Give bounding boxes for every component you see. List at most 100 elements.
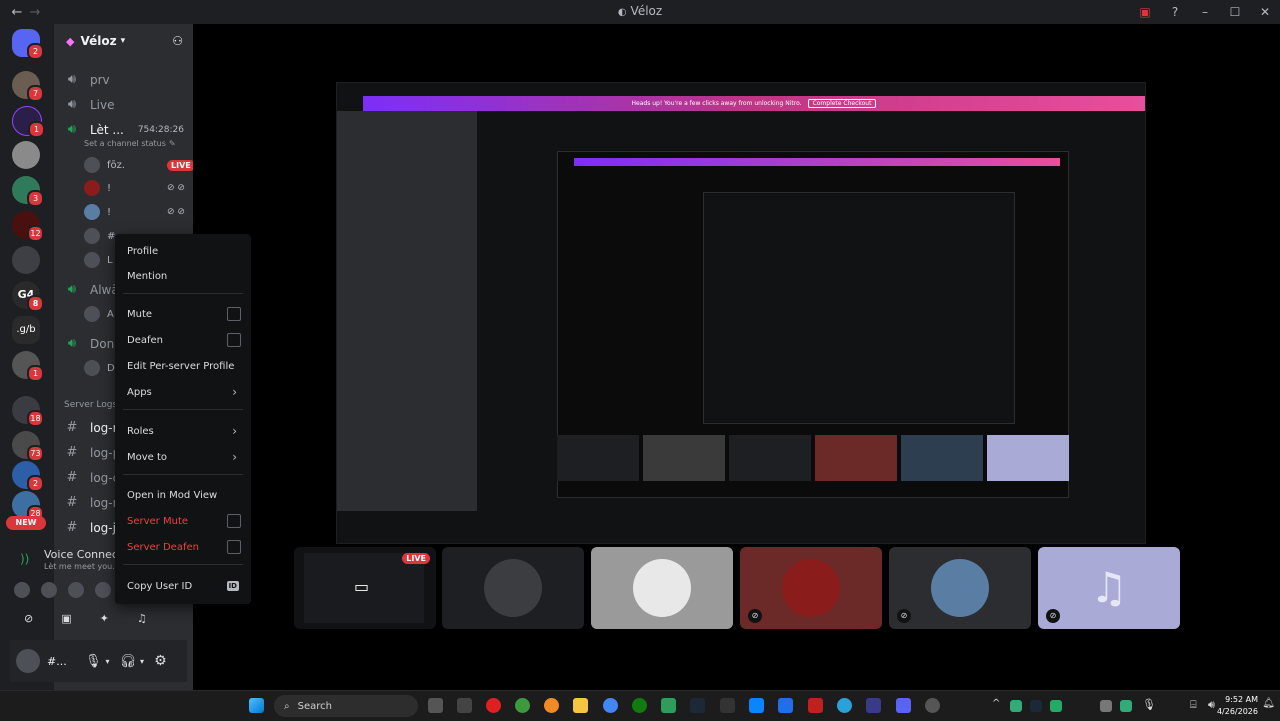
settings-gear-icon[interactable]: ⚙ [154,653,167,669]
participant-tile[interactable]: ⊘ [740,547,882,629]
voice-member[interactable]: ! ⊘ ⊘ [84,204,185,220]
checkbox[interactable] [227,333,241,347]
file-explorer-icon[interactable] [573,698,588,713]
channel-live[interactable]: 🔊︎ Live [64,97,115,112]
voice-channel-active[interactable]: 🔊︎ Lèt ... 754:28:26 [64,122,184,137]
tray-icon[interactable] [1010,700,1022,712]
guild-header[interactable]: ◆ Véloz ▾ ⚇ [54,24,193,58]
steam-icon[interactable] [690,698,705,713]
chevron-down-icon[interactable]: ▾ [140,657,144,666]
voice-member[interactable]: # [84,228,115,244]
participant-tile[interactable] [442,547,584,629]
app-icon[interactable] [808,698,823,713]
tray-icon[interactable] [1120,700,1132,712]
soundboard-icon[interactable]: ♫ [137,612,147,625]
close-window-button[interactable]: ✕ [1250,5,1280,19]
add-member-icon[interactable]: ⚇ [172,34,183,48]
menu-deafen[interactable]: Deafen [121,329,245,351]
tray-icon[interactable] [1100,700,1112,712]
server-icon[interactable]: 3 [12,176,44,207]
system-clock[interactable]: 9:52 AM 4/26/2026 [1217,694,1258,718]
headphones-icon[interactable]: 🎧︎ [120,654,137,669]
server-icon[interactable] [12,141,40,169]
server-icon[interactable]: 18 [12,396,44,427]
menu-copy-user-id[interactable]: Copy User ID ID [121,575,245,597]
task-view-icon[interactable] [428,698,443,713]
volume-icon[interactable]: 🔊︎ [1208,698,1215,712]
avatar[interactable] [16,649,40,673]
voice-channel-name[interactable]: Lèt me meet you.. [44,562,117,571]
notification-bell-icon[interactable]: 🔔︎ [1262,698,1275,709]
voice-member[interactable]: A [84,306,114,322]
participant-tile[interactable]: ♫ ⊘ [1038,547,1180,629]
tray-icon[interactable] [1050,700,1062,712]
app-icon[interactable] [778,698,793,713]
server-icon[interactable]: 73 [12,431,44,462]
server-icon[interactable]: 1 [12,351,44,382]
avatar[interactable] [95,582,111,598]
menu-mention[interactable]: Mention [121,265,245,287]
app-icon[interactable] [720,698,735,713]
app-icon[interactable] [749,698,764,713]
app-icon[interactable] [661,698,676,713]
avatar[interactable] [68,582,84,598]
complete-checkout-button[interactable]: Complete Checkout [807,99,877,108]
server-icon[interactable]: 7 [12,71,44,102]
app-icon[interactable] [544,698,559,713]
server-icon[interactable]: 28 [12,491,44,522]
gb-server-icon[interactable]: .g/b [12,316,40,344]
stream-tile[interactable]: LIVE ▭ [294,547,436,629]
menu-move-to[interactable]: Move to › [121,446,245,468]
menu-open-mod-view[interactable]: Open in Mod View [121,484,245,506]
forward-arrow-icon[interactable]: → [26,5,44,20]
back-arrow-icon[interactable]: ← [8,5,26,20]
server-icon[interactable]: 12 [12,211,44,242]
checkbox[interactable] [227,307,241,321]
help-icon[interactable]: ? [1160,5,1190,19]
app-icon[interactable] [925,698,940,713]
menu-server-deafen[interactable]: Server Deafen [121,536,245,558]
server-icon[interactable] [12,246,40,274]
checkbox[interactable] [227,514,241,528]
maximize-button[interactable]: ☐ [1220,5,1250,19]
participant-tile[interactable]: ⊘ [889,547,1031,629]
windows-start-icon[interactable] [249,698,264,713]
home-server-icon[interactable]: 2 [12,29,44,60]
avatar[interactable] [41,582,57,598]
menu-roles[interactable]: Roles › [121,420,245,442]
chevron-down-icon[interactable]: ▾ [106,657,110,666]
menu-mute[interactable]: Mute [121,303,245,325]
voice-member[interactable]: D [84,360,115,376]
network-icon[interactable]: ⌸ [1190,698,1197,712]
minimize-button[interactable]: – [1190,5,1220,19]
shared-screen-stream[interactable]: Heads up! You're a few clicks away from … [336,82,1146,544]
calculator-icon[interactable] [457,698,472,713]
menu-edit-per-server-profile[interactable]: Edit Per-server Profile [121,355,245,377]
participant-tile[interactable] [591,547,733,629]
category-server-logs[interactable]: Server Logs [64,400,117,410]
tray-icon[interactable] [1030,700,1042,712]
microphone-icon[interactable]: 🎙︎ [85,654,102,669]
microphone-icon[interactable]: 🎙︎ [1142,698,1156,711]
app-icon[interactable] [515,698,530,713]
camera-off-icon[interactable]: ⊘ [24,612,33,625]
twitch-server-icon[interactable]: 1 [12,106,45,138]
xbox-icon[interactable] [632,698,647,713]
menu-server-mute[interactable]: Server Mute [121,510,245,532]
chrome-icon[interactable] [603,698,618,713]
new-unreads-pill[interactable]: NEW [6,516,46,530]
activities-icon[interactable]: ✦ [100,612,109,625]
tray-chevron-up-icon[interactable]: ^ [992,698,1000,709]
screen-share-indicator-icon[interactable]: ▣ [1130,5,1160,19]
server-icon[interactable]: 2 [12,461,44,492]
telegram-icon[interactable] [837,698,852,713]
voice-member[interactable]: fōz. LIVE [84,157,195,173]
voice-member[interactable]: L [84,252,113,268]
taskbar-search[interactable]: ⌕ Search [274,695,418,717]
channel-status[interactable]: Set a channel status ✎ [84,139,176,148]
app-icon[interactable] [866,698,881,713]
checkbox[interactable] [227,540,241,554]
app-icon[interactable] [486,698,501,713]
voice-member[interactable]: ! ⊘ ⊘ [84,180,185,196]
menu-apps[interactable]: Apps › [121,381,245,403]
